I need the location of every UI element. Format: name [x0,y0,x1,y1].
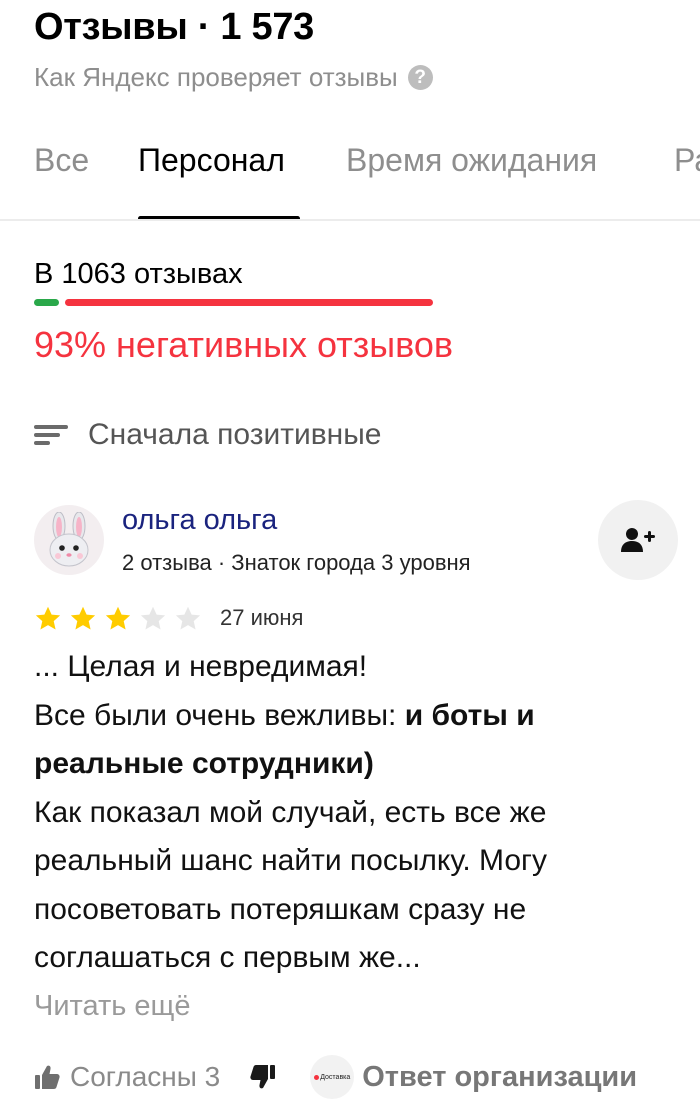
review-text-line-2: Все были очень вежливы: и боты и реальны… [34,692,674,789]
author-name-link[interactable]: ольга ольга [122,504,277,537]
negative-share-text: 93% негативных отзывов [34,324,453,365]
organization-logo-text: Доставка [320,1073,351,1081]
review-text-plain: Все были очень вежливы: [34,698,405,732]
sentiment-bar-positive [34,299,59,306]
tab-partial[interactable]: Ра [674,142,700,179]
star-empty-icon [175,606,201,630]
star-filled-icon [70,606,96,630]
avatar[interactable] [34,505,104,575]
page-title: Отзывы · 1 573 [34,6,314,48]
sort-selector[interactable]: Сначала позитивные [34,418,381,452]
like-button[interactable]: Согласны 3 [34,1061,220,1093]
like-count-label: Согласны 3 [70,1061,221,1092]
thumbs-up-icon [35,1065,60,1089]
star-empty-icon [140,606,166,630]
sort-lines-icon [34,423,70,447]
tab-staff[interactable]: Персонал [138,142,285,179]
dislike-button[interactable] [250,1064,276,1090]
review-date: 27 июня [220,605,304,630]
aspect-review-count: В 1063 отзывах [34,258,243,290]
review-verification-label: Как Яндекс проверяет отзывы [34,62,398,92]
sentiment-bar-negative [65,299,433,306]
organization-reply-button[interactable]: Ответ организации [362,1061,637,1094]
review-text-rest: Как показал мой случай, есть все же реал… [34,795,547,975]
subscribe-author-button[interactable] [598,500,678,580]
review-tabs: Все Персонал Время ожидания Ра [0,120,700,221]
thumbs-down-icon [250,1065,276,1089]
sort-label: Сначала позитивные [88,418,382,451]
star-filled-icon [35,606,61,630]
review-verification-link[interactable]: Как Яндекс проверяет отзывы ? [34,62,433,93]
help-icon[interactable]: ? [407,65,433,90]
organization-logo: Доставка [310,1055,355,1099]
active-tab-indicator [138,216,300,219]
bunny-icon [49,512,89,567]
author-meta: 2 отзыва · Знаток города 3 уровня [122,550,471,575]
tab-all[interactable]: Все [34,142,89,179]
star-rating [34,605,209,633]
star-filled-icon [105,606,131,630]
review-text-line-1: ... Целая и невредимая! [34,650,368,683]
sentiment-bar [34,299,433,306]
tab-waiting-time[interactable]: Время ожидания [346,142,597,179]
review-footer: Согласны 3 Доставка Ответ организации [34,1052,637,1102]
add-user-icon [621,528,655,552]
read-more-link[interactable]: Читать ещё [34,990,191,1023]
review-text: ... Целая и невредимая! Все были очень в… [34,643,674,983]
